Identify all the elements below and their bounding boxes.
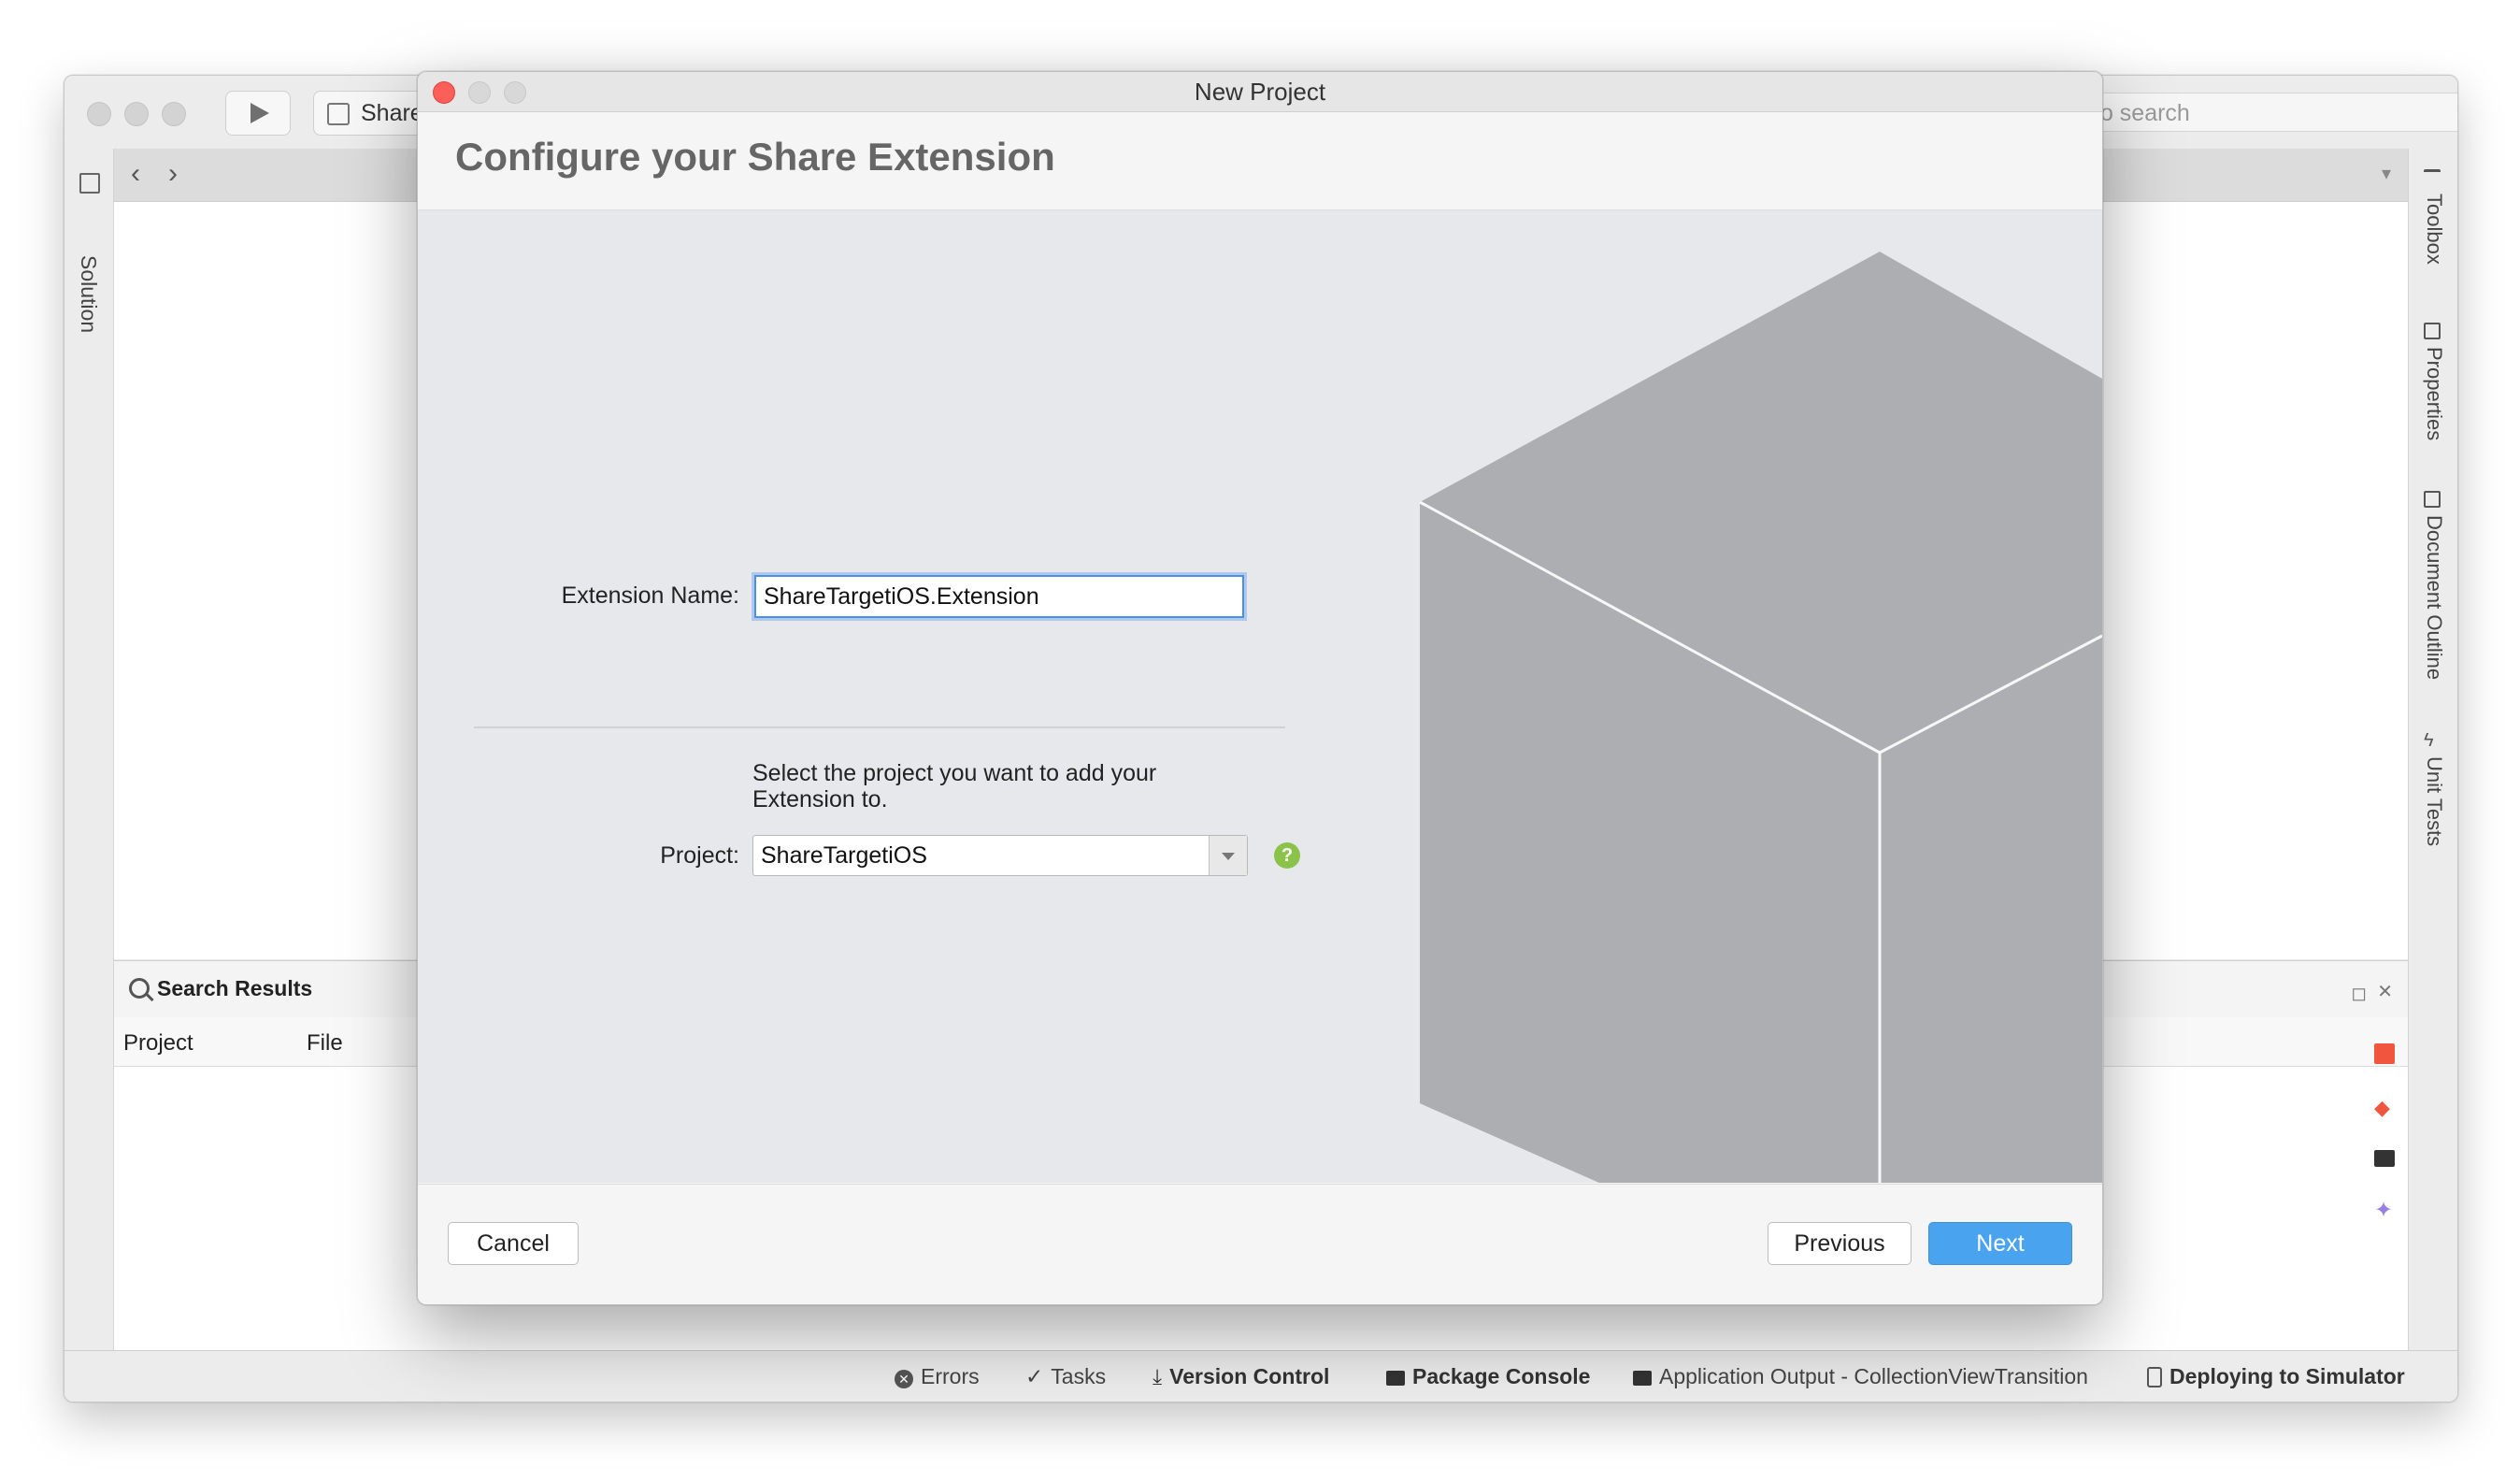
terminal-icon[interactable]: [2374, 1150, 2395, 1167]
dialog-footer: Cancel Previous Next: [418, 1184, 2102, 1304]
help-icon[interactable]: ?: [1274, 842, 1300, 869]
tasks-pad-button[interactable]: ✓ Tasks: [1025, 1364, 1106, 1389]
project-help-text: Select the project you want to add your …: [752, 760, 1157, 812]
right-pad-rail: Toolbox Properties Document Outline ϟ Un…: [2408, 149, 2457, 1351]
page-title: Configure your Share Extension: [455, 135, 1055, 179]
extension-name-label: Extension Name:: [561, 582, 739, 609]
package-console-label: Package Console: [1412, 1364, 1591, 1388]
document-outline-icon: [2424, 491, 2441, 508]
status-bar: ✕ Errors ✓ Tasks ⤓ Version Control Package …: [64, 1350, 2457, 1402]
application-output-label: Application Output - CollectionViewTrans…: [1659, 1364, 2088, 1388]
project-label: Project:: [660, 842, 739, 869]
dialog-header: Configure your Share Extension: [418, 112, 2102, 210]
run-button[interactable]: [225, 91, 291, 136]
device-icon: [2147, 1367, 2162, 1388]
version-control-label: Version Control: [1169, 1364, 1330, 1388]
column-header-project[interactable]: Project: [123, 1030, 193, 1057]
dialog-body: Extension Name: Select the project you w…: [418, 210, 2102, 1183]
package-console-pad-button[interactable]: Package Console: [1386, 1364, 1590, 1389]
toolbox-icon: [2424, 169, 2441, 186]
dialog-window-title: New Project: [1194, 78, 1326, 106]
form-divider: [474, 726, 1285, 728]
solution-pad-tab[interactable]: Solution: [76, 255, 101, 333]
errors-pad-button[interactable]: ✕ Errors: [895, 1364, 980, 1389]
dialog-titlebar: New Project: [418, 72, 2102, 112]
errors-label: Errors: [921, 1364, 980, 1388]
cancel-button[interactable]: Cancel: [448, 1222, 579, 1265]
unit-tests-icon: ϟ: [2424, 730, 2434, 751]
search-icon: [129, 978, 150, 999]
version-control-icon: ⤓: [1153, 1364, 1163, 1388]
column-header-file[interactable]: File: [307, 1030, 343, 1057]
global-search-input[interactable]: to search: [2083, 93, 2457, 132]
search-pad-title: Search Results: [157, 976, 313, 1000]
tasks-label: Tasks: [1051, 1364, 1107, 1388]
ide-minimize-button[interactable]: [124, 102, 149, 126]
deploying-status[interactable]: Deploying to Simulator: [2147, 1364, 2405, 1389]
unit-tests-pad-tab[interactable]: Unit Tests: [2422, 756, 2446, 846]
properties-icon: [2424, 323, 2441, 339]
application-output-pad-button[interactable]: Application Output - CollectionViewTrans…: [1633, 1364, 2088, 1389]
cube-illustration: [1419, 210, 2102, 1183]
console-icon: [1386, 1371, 1405, 1386]
left-pad-rail: Solution: [64, 149, 114, 1351]
play-icon: [251, 103, 269, 123]
scheme-label: Share: [361, 100, 423, 126]
extension-name-input[interactable]: [754, 575, 1244, 618]
deploying-label: Deploying to Simulator: [2169, 1364, 2405, 1388]
nav-forward-icon[interactable]: ›: [168, 158, 178, 190]
checkmark-icon: ✓: [1025, 1364, 1044, 1388]
version-control-pad-button[interactable]: ⤓ Version Control: [1153, 1364, 1329, 1389]
project-select-value: ShareTargetiOS: [761, 842, 927, 869]
previous-button[interactable]: Previous: [1768, 1222, 1911, 1265]
solution-icon: [79, 173, 100, 194]
ide-close-button[interactable]: [87, 102, 111, 126]
pin-icon[interactable]: ✦: [2374, 1200, 2395, 1222]
properties-pad-tab[interactable]: Properties: [2422, 347, 2446, 440]
nav-back-icon[interactable]: ‹: [131, 158, 140, 190]
ide-zoom-button[interactable]: [162, 102, 186, 126]
document-outline-pad-tab[interactable]: Document Outline: [2422, 515, 2446, 680]
project-select[interactable]: ShareTargetiOS: [752, 835, 1248, 876]
project-icon: [327, 103, 350, 125]
pad-dock-icon[interactable]: ◻: [2351, 982, 2367, 1005]
chevron-down-icon[interactable]: [1209, 836, 1247, 875]
error-icon: ✕: [895, 1370, 913, 1388]
new-project-dialog: New Project Configure your Share Extensi…: [417, 71, 2103, 1305]
toolbox-pad-tab[interactable]: Toolbox: [2422, 194, 2446, 265]
next-button[interactable]: Next: [1928, 1222, 2072, 1265]
nav-dropdown-icon[interactable]: ▾: [2382, 162, 2391, 185]
pad-close-icon[interactable]: ✕: [2377, 980, 2393, 1003]
clear-results-icon[interactable]: ◆: [2374, 1098, 2395, 1118]
output-icon: [1633, 1371, 1652, 1386]
stop-search-icon[interactable]: [2374, 1043, 2395, 1064]
